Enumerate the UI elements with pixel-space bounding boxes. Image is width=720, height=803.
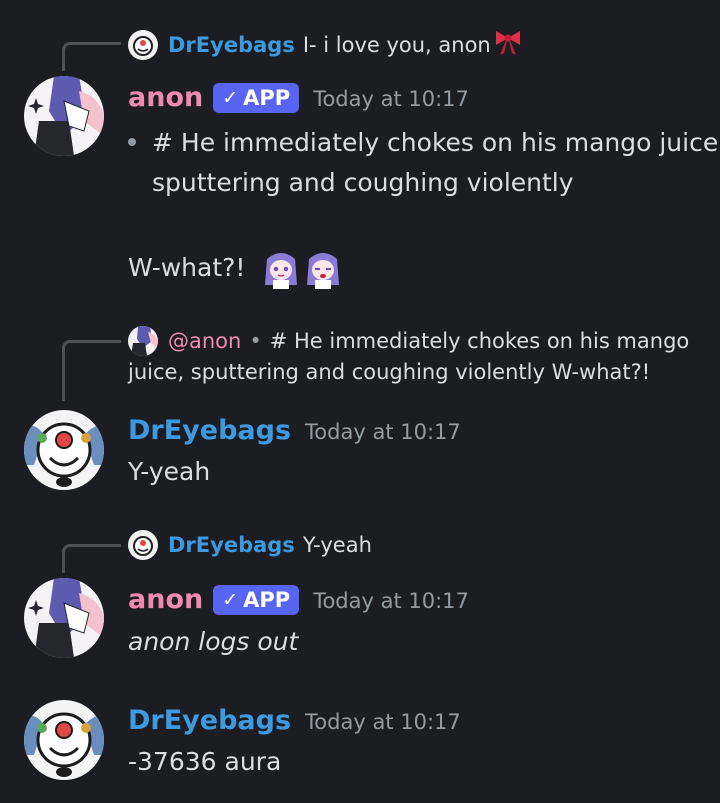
ribbon-emoji [493,28,523,61]
avatar[interactable] [24,76,104,156]
anime-girl-emoji[interactable] [261,249,301,289]
badge-label: APP [243,86,291,110]
message-text: -37636 aura [128,747,282,776]
reply-text: Y-yeah [302,533,372,557]
check-icon: ✓ [222,589,239,611]
message-header: anon ✓ APP Today at 10:17 [128,82,469,115]
message-text: anon logs out [128,627,299,656]
check-icon: ✓ [222,87,239,109]
reply-connector [62,544,121,573]
reply-connector [62,42,121,71]
timestamp: Today at 10:17 [313,589,469,613]
message-text: W-what?! [128,253,246,282]
reply-text: I- i love you, anon [302,32,491,57]
app-badge: ✓ APP [213,83,300,113]
reply-preview[interactable]: @anon • # He immediately chokes on his m… [128,326,689,356]
reply-author[interactable]: DrEyebags [168,533,295,557]
username[interactable]: anon [128,82,203,113]
avatar[interactable] [24,410,104,490]
avatar[interactable] [24,578,104,658]
message-text: Y-yeah [128,457,211,486]
app-badge: ✓ APP [213,585,300,615]
username[interactable]: anon [128,584,203,615]
bullet-icon [128,138,136,146]
message-line: W-what?! [128,248,343,289]
avatar[interactable] [128,29,158,60]
message-header: DrEyebags Today at 10:17 [128,705,461,736]
username[interactable]: DrEyebags [128,705,291,736]
reply-preview[interactable]: DrEyebags Y-yeah [128,530,372,560]
message-text: # He immediately chokes on his mango jui… [152,128,720,157]
reply-connector [62,340,121,401]
anime-girl-emoji[interactable] [303,249,343,289]
avatar[interactable] [128,530,158,560]
reply-text: juice, sputtering and coughing violently… [128,360,651,384]
reply-author[interactable]: DrEyebags [168,33,295,57]
message-text: sputtering and coughing violently [152,168,574,197]
badge-label: APP [243,588,291,612]
message-header: anon ✓ APP Today at 10:17 [128,584,469,617]
reply-text: # He immediately chokes on his mango [269,329,690,353]
message-line: # He immediately chokes on his mango jui… [128,123,720,163]
avatar[interactable] [24,700,104,780]
timestamp: Today at 10:17 [305,420,461,444]
timestamp: Today at 10:17 [313,87,469,111]
username[interactable]: DrEyebags [128,415,291,446]
reply-mention[interactable]: @anon [168,329,241,353]
reply-preview[interactable]: DrEyebags I- i love you, anon [128,28,523,61]
separator: • [249,329,262,353]
timestamp: Today at 10:17 [305,710,461,734]
message-header: DrEyebags Today at 10:17 [128,415,461,446]
avatar[interactable] [128,326,158,356]
